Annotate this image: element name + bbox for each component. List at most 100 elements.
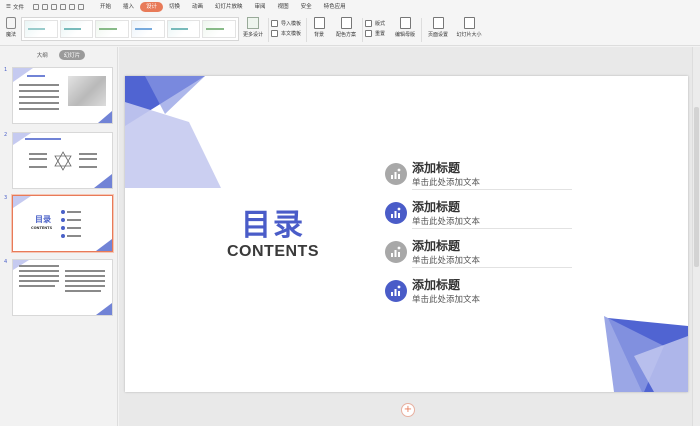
design-template-thumb[interactable]	[166, 20, 201, 38]
vertical-scrollbar[interactable]	[692, 47, 700, 426]
reset-label: 重置	[375, 30, 386, 37]
menu-animation[interactable]: 动画	[186, 2, 209, 12]
slide-title-english[interactable]: CONTENTS	[215, 243, 331, 261]
toc-item[interactable]: 添加标题 单击此处添加文本	[385, 237, 573, 271]
ribbon-toolbar: 魔法 更多设计 导入模板 本文模板 背景 配色方案 版式 重置 编辑母版 页面设…	[0, 14, 700, 46]
design-template-thumb[interactable]	[95, 20, 130, 38]
menu-insert[interactable]: 插入	[117, 2, 140, 12]
reset-button[interactable]: 重置	[365, 28, 385, 38]
more-design-button[interactable]: 更多设计	[240, 17, 266, 38]
thumb-title: 目录	[35, 215, 51, 224]
tab-slides[interactable]: 幻灯片	[58, 50, 86, 60]
slide-thumbnail-selected[interactable]: 目录 CONTENTS	[12, 195, 113, 252]
toc-item-subtitle: 单击此处添加文本	[412, 178, 481, 188]
bottom-right-decoration	[604, 316, 688, 392]
file-menu[interactable]: ☰ 文件	[3, 3, 27, 11]
thumb-bullet-icon	[61, 226, 65, 230]
slide-thumbnail[interactable]	[12, 259, 113, 316]
slide-thumbnail-item[interactable]: 2	[4, 132, 114, 192]
slide-thumbnail[interactable]	[12, 67, 113, 124]
print-icon[interactable]	[41, 4, 48, 10]
menu-transition[interactable]: 切换	[163, 2, 186, 12]
thumb-text-line	[29, 153, 47, 155]
design-template-thumb[interactable]	[202, 20, 237, 38]
current-slide[interactable]: 目录 CONTENTS 添加标题 单击此处添加文本 添加标题 单击此处添加文本 …	[125, 76, 688, 392]
tab-outline[interactable]: 大纲	[32, 50, 53, 60]
divider	[412, 228, 572, 229]
slide-thumbnail-item[interactable]: 4	[4, 259, 114, 319]
slide-thumbnail-item[interactable]: 3 目录 CONTENTS	[4, 195, 114, 255]
import-icon	[271, 19, 278, 27]
design-template-thumb[interactable]	[24, 20, 58, 38]
thumb-text-line	[67, 227, 81, 229]
redo-icon[interactable]	[68, 4, 75, 10]
save-icon[interactable]	[32, 4, 39, 10]
slide-number: 4	[4, 259, 8, 265]
toc-item[interactable]: 添加标题 单击此处添加文本	[385, 276, 573, 310]
corner-decoration	[13, 196, 31, 208]
thumb-text-line	[79, 153, 97, 155]
magic-wand-icon	[6, 17, 16, 29]
thumb-text-line	[65, 275, 105, 277]
layout-group: 版式 重置	[365, 18, 385, 38]
slide-title-chinese[interactable]: 目录	[233, 200, 313, 244]
slide-thumbnail-item[interactable]: 1	[4, 67, 114, 127]
magic-label: 魔法	[5, 32, 16, 38]
menu-view[interactable]: 视图	[272, 2, 295, 12]
thumb-text-line	[19, 270, 59, 272]
background-button[interactable]: 背景	[309, 17, 329, 38]
toc-item[interactable]: 添加标题 单击此处添加文本	[385, 159, 573, 193]
reset-icon	[365, 29, 372, 37]
toc-item-title: 添加标题	[412, 278, 461, 292]
thumb-bullet-icon	[61, 210, 65, 214]
thumb-text-line	[65, 285, 105, 287]
thumb-text-line	[65, 290, 101, 292]
thumb-text-line	[65, 280, 105, 282]
text-template-button[interactable]: 本文模板	[271, 28, 301, 38]
menu-icon: ☰	[6, 4, 11, 10]
edit-master-label: 编辑母版	[394, 32, 415, 38]
thumb-text-line	[19, 90, 59, 92]
divider	[362, 18, 363, 42]
toc-item[interactable]: 添加标题 单击此处添加文本	[385, 198, 573, 232]
slide-size-button[interactable]: 幻灯片大小	[452, 17, 486, 38]
chart-people-icon	[385, 202, 407, 224]
more-icon[interactable]	[77, 4, 84, 10]
menu-security[interactable]: 安全	[295, 2, 318, 12]
undo-icon[interactable]	[59, 4, 66, 10]
format-label: 版式	[375, 20, 386, 27]
thumb-text-line	[79, 166, 97, 168]
chart-people-icon	[385, 280, 407, 302]
corner-decoration	[96, 239, 112, 251]
edit-master-button[interactable]: 编辑母版	[391, 17, 419, 38]
menu-bar: ☰ 文件 开始 插入 设计 切换 动画 幻灯片放映 审阅 视图 安全 特色应用	[0, 0, 700, 14]
color-scheme-label: 配色方案	[335, 32, 356, 38]
design-template-gallery	[21, 17, 239, 41]
design-template-thumb[interactable]	[131, 20, 165, 38]
menu-slideshow[interactable]: 幻灯片放映	[209, 2, 249, 12]
slide-thumbnail[interactable]	[12, 132, 113, 189]
scrollbar-thumb[interactable]	[694, 107, 699, 267]
menu-special-apps[interactable]: 特色应用	[318, 2, 352, 12]
design-template-thumb[interactable]	[59, 20, 94, 38]
toc-item-title: 添加标题	[412, 239, 461, 253]
corner-decoration	[94, 174, 112, 188]
magic-button[interactable]: 魔法	[4, 17, 18, 38]
color-scheme-button[interactable]: 配色方案	[331, 17, 361, 38]
plus-icon[interactable]: +	[401, 403, 415, 417]
thumb-text-line	[79, 158, 97, 160]
menu-home[interactable]: 开始	[94, 2, 117, 12]
chart-people-icon	[385, 241, 407, 263]
slide-number: 2	[4, 132, 8, 138]
preview-icon[interactable]	[50, 4, 57, 10]
page-setup-button[interactable]: 页面设置	[424, 17, 452, 38]
file-menu-label: 文件	[12, 5, 24, 11]
slide-size-icon	[463, 17, 475, 29]
menu-design[interactable]: 设计	[139, 2, 163, 12]
format-button[interactable]: 版式	[365, 18, 385, 28]
palette-icon	[340, 17, 352, 29]
thumb-bullet-icon	[61, 234, 65, 238]
menu-review[interactable]: 审阅	[249, 2, 272, 12]
import-template-button[interactable]: 导入模板	[271, 18, 301, 28]
thumb-text-line	[19, 96, 59, 98]
